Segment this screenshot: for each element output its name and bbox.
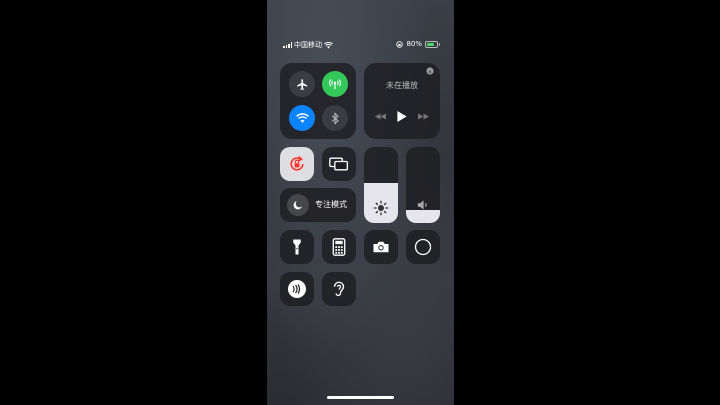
wifi-icon xyxy=(295,112,309,123)
status-left: 中国移动 xyxy=(283,40,333,50)
airplane-mode-button[interactable] xyxy=(289,71,315,97)
moon-icon xyxy=(293,201,302,210)
status-right: 80% xyxy=(396,40,440,48)
camera-icon xyxy=(373,241,389,253)
battery-percent: 80% xyxy=(406,40,422,48)
cellular-data-button[interactable] xyxy=(322,71,348,97)
speaker-icon xyxy=(417,200,427,210)
lock-rotation-icon xyxy=(290,155,304,171)
status-bar: 中国移动 80% xyxy=(267,40,454,52)
screen-record-icon xyxy=(414,238,432,256)
control-center: 中国移动 80% 未在播放 专注模式 xyxy=(267,0,454,405)
connectivity-module xyxy=(280,63,356,139)
volume-level xyxy=(406,210,440,223)
signal-icon xyxy=(283,42,292,48)
fast-forward-icon[interactable] xyxy=(417,113,429,120)
orientation-lock-button[interactable] xyxy=(280,147,314,181)
battery-icon xyxy=(425,40,440,48)
airplane-icon xyxy=(296,78,307,90)
airplay-icon[interactable] xyxy=(426,67,434,75)
home-indicator[interactable] xyxy=(327,396,394,399)
focus-mode-label: 专注模式 xyxy=(315,200,347,209)
rewind-icon[interactable] xyxy=(375,113,387,120)
calculator-button[interactable] xyxy=(322,230,356,264)
flashlight-icon xyxy=(293,239,301,255)
screen-mirroring-button[interactable] xyxy=(322,147,356,181)
brightness-slider[interactable] xyxy=(364,147,398,223)
hearing-button[interactable] xyxy=(322,272,356,306)
bluetooth-button[interactable] xyxy=(322,105,348,131)
media-title: 未在播放 xyxy=(386,81,418,90)
ear-icon xyxy=(333,281,345,297)
wifi-button[interactable] xyxy=(289,105,315,131)
nfc-button[interactable] xyxy=(280,272,314,306)
carrier-label: 中国移动 xyxy=(294,41,322,49)
antenna-icon xyxy=(329,78,341,90)
calculator-icon xyxy=(332,238,346,256)
wifi-status-icon xyxy=(324,41,333,48)
screen-record-button[interactable] xyxy=(406,230,440,264)
focus-moon-badge xyxy=(287,194,309,216)
flashlight-button[interactable] xyxy=(280,230,314,264)
bluetooth-icon xyxy=(331,111,339,125)
battery-fill xyxy=(427,42,434,46)
media-player-module[interactable]: 未在播放 xyxy=(364,63,440,139)
sun-icon xyxy=(373,200,389,216)
play-icon[interactable] xyxy=(397,111,407,122)
orientation-lock-status-icon xyxy=(396,40,404,48)
nfc-icon xyxy=(288,280,306,298)
screen-mirroring-icon xyxy=(329,157,348,171)
media-controls xyxy=(364,111,440,122)
camera-button[interactable] xyxy=(364,230,398,264)
volume-slider[interactable] xyxy=(406,147,440,223)
focus-mode-button[interactable]: 专注模式 xyxy=(280,188,356,222)
